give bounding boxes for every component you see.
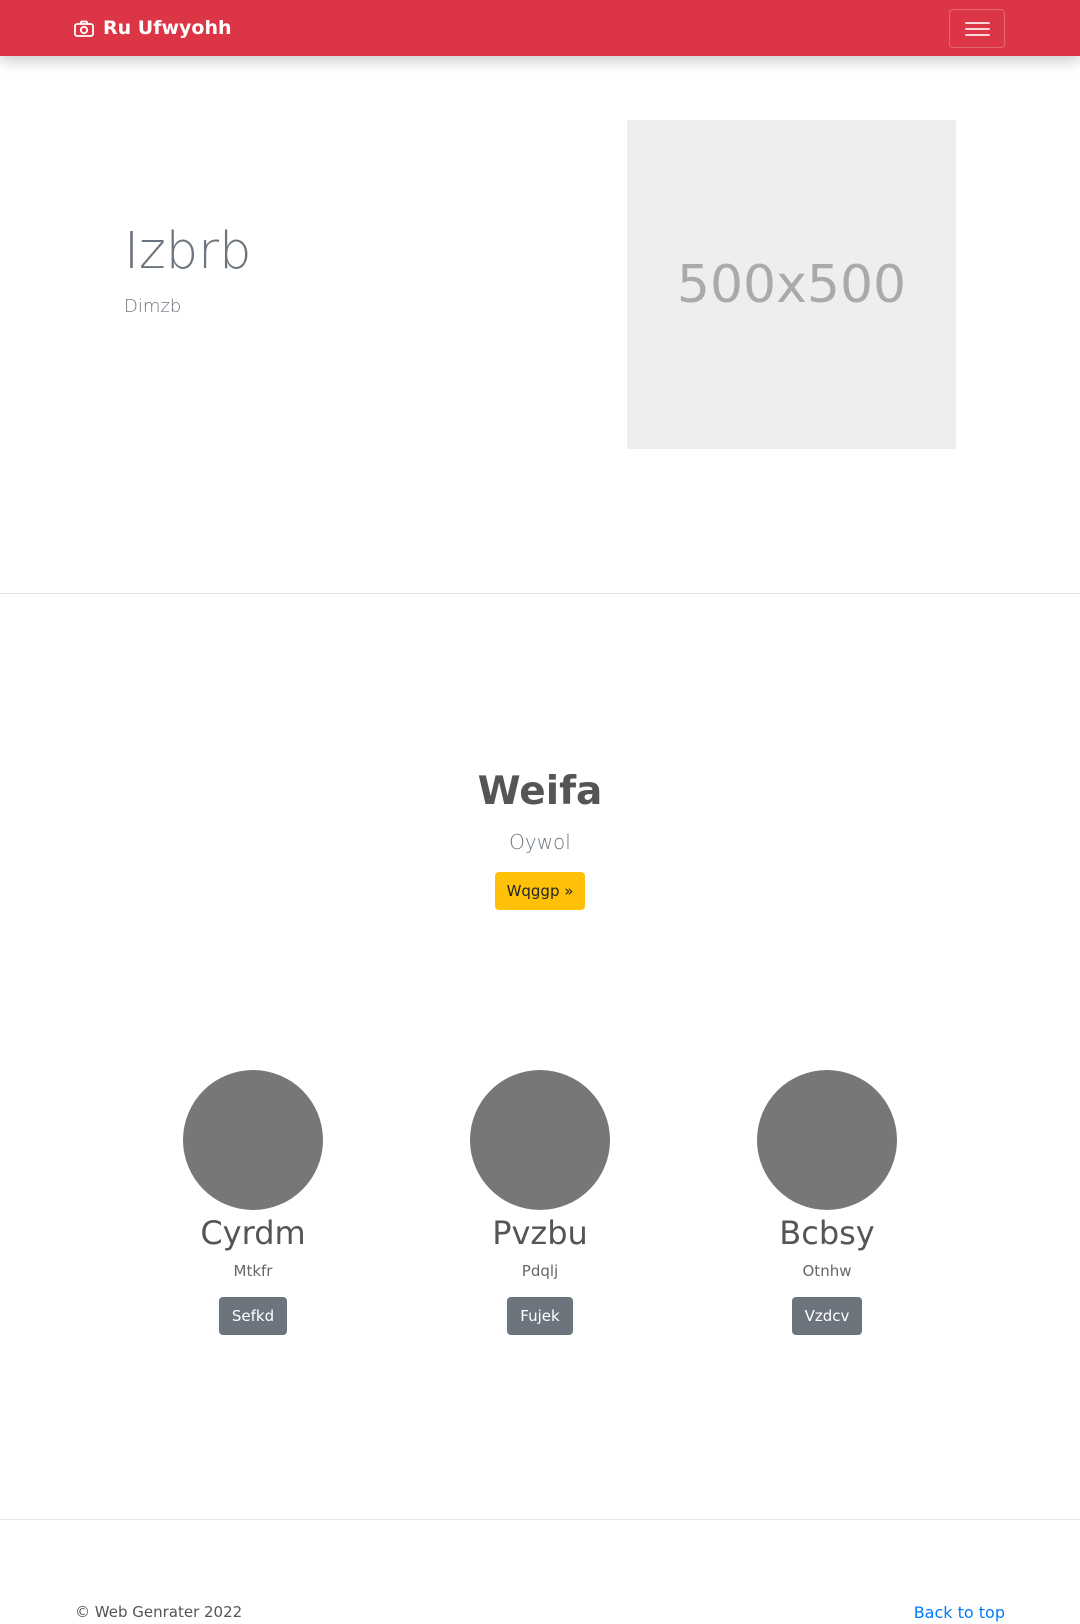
team-member-role: Mtkfr bbox=[233, 1262, 273, 1280]
feature-subtitle: Oywol bbox=[509, 830, 571, 854]
team-member-button[interactable]: Sefkd bbox=[218, 1297, 288, 1335]
feature-title: Weifa bbox=[477, 769, 603, 814]
navbar: Ru Ufwyohh bbox=[0, 0, 1080, 56]
hero-title: Izbrb bbox=[124, 222, 252, 281]
hamburger-menu-icon bbox=[965, 22, 990, 24]
placeholder-label: 500x500 bbox=[676, 254, 907, 315]
section-divider bbox=[0, 593, 1080, 594]
team-member-button[interactable]: Fujek bbox=[507, 1297, 573, 1335]
team-member-card: Cyrdm Mtkfr Sefkd bbox=[123, 1070, 383, 1335]
team-member-name: Bcbsy bbox=[779, 1214, 875, 1252]
navbar-toggler-button[interactable] bbox=[949, 9, 1005, 48]
footer-copyright: © Web Genrater 2022 bbox=[75, 1603, 243, 1621]
team-member-name: Cyrdm bbox=[200, 1214, 306, 1252]
camera-icon bbox=[74, 20, 94, 37]
hero-image-placeholder: 500x500 bbox=[627, 120, 956, 449]
team-member-role: Otnhw bbox=[802, 1262, 852, 1280]
hero-subtitle: Dimzb bbox=[124, 296, 182, 317]
team-member-card: Bcbsy Otnhw Vzdcv bbox=[697, 1070, 957, 1335]
team-member-card: Pvzbu Pdqlj Fujek bbox=[410, 1070, 670, 1335]
team-member-button[interactable]: Vzdcv bbox=[791, 1297, 863, 1335]
brand-text: Ru Ufwyohh bbox=[103, 17, 232, 39]
avatar bbox=[470, 1070, 610, 1210]
avatar bbox=[757, 1070, 897, 1210]
feature-button[interactable]: Wqggp » bbox=[495, 872, 585, 910]
avatar bbox=[183, 1070, 323, 1210]
brand-link[interactable]: Ru Ufwyohh bbox=[74, 0, 232, 56]
footer-divider bbox=[0, 1519, 1080, 1520]
back-to-top-link[interactable]: Back to top bbox=[914, 1603, 1005, 1622]
team-member-name: Pvzbu bbox=[492, 1214, 588, 1252]
team-member-role: Pdqlj bbox=[521, 1262, 559, 1280]
hamburger-line bbox=[965, 34, 990, 36]
hamburger-line bbox=[965, 28, 990, 30]
